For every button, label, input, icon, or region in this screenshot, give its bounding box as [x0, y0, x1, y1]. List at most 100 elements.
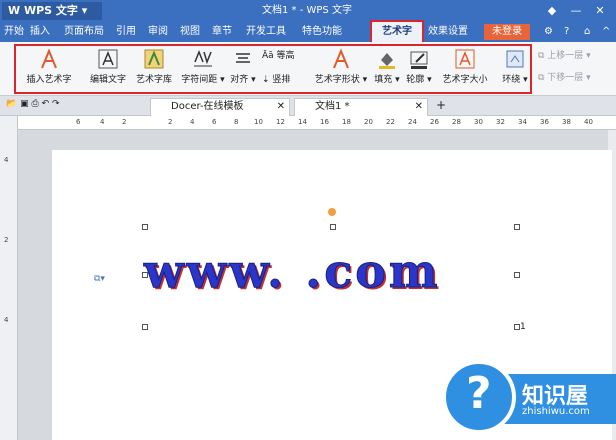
tab-document[interactable]: 文档1 * ✕: [294, 98, 428, 116]
selection-handle[interactable]: [514, 272, 520, 278]
minimize-button[interactable]: —: [564, 2, 588, 20]
rotate-handle[interactable]: [328, 208, 336, 216]
ruler-mark: 4: [190, 118, 195, 126]
menu-developer[interactable]: 开发工具: [246, 25, 286, 39]
wrap-icon: [506, 50, 524, 68]
ruler-mark: 22: [386, 118, 395, 126]
undo-icon[interactable]: ↶: [42, 99, 50, 109]
tab-art-text[interactable]: 艺术字: [370, 20, 424, 44]
document-tab-label: 文档1 *: [315, 101, 350, 112]
vruler-mark: 2: [4, 236, 9, 244]
login-button[interactable]: 未登录: [484, 24, 530, 40]
art-size-button[interactable]: 艺术字大小: [440, 48, 490, 85]
char-spacing-button[interactable]: 字符间距 ▾: [178, 48, 228, 85]
new-tab-button[interactable]: +: [436, 98, 446, 112]
ruler-mark: 18: [342, 118, 351, 126]
folder-icon[interactable]: 📂: [6, 99, 17, 109]
art-shape-button[interactable]: 艺术字形状 ▾: [312, 48, 370, 85]
art-text[interactable]: www. .com: [144, 244, 441, 299]
vertical-text-icon: ⇣: [262, 75, 273, 85]
ruler-mark: 16: [320, 118, 329, 126]
wps-logo-icon: W: [8, 4, 24, 17]
tab-effect-settings[interactable]: 效果设置: [428, 25, 468, 39]
app-menu-button[interactable]: W WPS 文字 ▾: [2, 2, 102, 20]
fill-label: 填充 ▾: [374, 75, 400, 85]
art-library-button[interactable]: 艺术字库: [132, 48, 176, 85]
tab-close-icon[interactable]: ✕: [415, 99, 423, 115]
help-icon[interactable]: ?: [564, 25, 569, 39]
skin-icon[interactable]: ◆: [540, 2, 564, 20]
align-icon: [236, 53, 250, 63]
settings-icon[interactable]: ⚙: [544, 25, 553, 39]
menu-chapter[interactable]: 章节: [212, 25, 232, 39]
ruler-mark: 8: [234, 118, 239, 126]
horizontal-ruler: 6 4 2 2 4 6 8 10 12 14 16 18 20 22 24 26…: [18, 116, 616, 130]
redo-icon[interactable]: ↷: [52, 99, 60, 109]
equal-height-button[interactable]: Āā 等高: [262, 48, 295, 61]
fill-bucket-icon: [379, 53, 395, 69]
wrap-button[interactable]: 环绕 ▾: [500, 48, 530, 85]
vruler-mark: 4: [4, 156, 9, 164]
menu-view[interactable]: 视图: [180, 25, 200, 39]
menu-home[interactable]: 开始: [4, 25, 24, 39]
selection-handle[interactable]: [330, 224, 336, 230]
close-button[interactable]: ✕: [588, 2, 612, 20]
art-shape-label: 艺术字形状 ▾: [314, 75, 368, 85]
ruler-mark: 4: [100, 118, 105, 126]
tab-close-icon[interactable]: ✕: [277, 99, 285, 115]
art-size-label: 艺术字大小: [442, 75, 488, 85]
ruler-mark: 2: [168, 118, 173, 126]
ruler-mark: 28: [452, 118, 461, 126]
shirt-icon[interactable]: ⌂: [584, 25, 590, 39]
edit-text-button[interactable]: 编辑文字: [86, 48, 130, 85]
quick-access-toolbar: 📂 ▣ ⎙ ↶ ↷: [6, 99, 60, 109]
char-spacing-label: 字符间距 ▾: [181, 75, 225, 85]
outline-pen-icon: [410, 51, 428, 69]
question-icon: ?: [442, 360, 516, 434]
align-button[interactable]: 对齐 ▾: [228, 48, 258, 85]
ruler-mark: 14: [298, 118, 307, 126]
ruler-mark: 10: [254, 118, 263, 126]
watermark-subtitle: zhishiwu.com: [522, 406, 590, 417]
ruler-mark: 34: [518, 118, 527, 126]
fill-button[interactable]: 填充 ▾: [372, 48, 402, 85]
layout-option-icon[interactable]: ⧉▾: [94, 274, 105, 284]
docer-tab-label: Docer-在线模板: [171, 101, 244, 112]
menu-chevron-up-icon[interactable]: ^: [602, 25, 610, 39]
selection-handle[interactable]: [142, 324, 148, 330]
bring-forward-button[interactable]: ⧉ 上移一层 ▾: [538, 48, 591, 61]
art-a-icon: [41, 48, 57, 69]
menu-references[interactable]: 引用: [116, 25, 136, 39]
send-backward-button[interactable]: ⧉ 下移一层 ▾: [538, 70, 591, 83]
ruler-mark: 38: [562, 118, 571, 126]
ribbon: 插入艺术字 编辑文字 艺术字库 字符间距 ▾ 对齐 ▾ Āā 等高 ⇣ 竖排 艺…: [0, 42, 616, 96]
document-tab-bar: 📂 ▣ ⎙ ↶ ↷ Docer-在线模板 ✕ 文档1 * ✕ +: [0, 96, 616, 116]
selection-handle[interactable]: [142, 224, 148, 230]
edit-text-icon: [98, 49, 118, 69]
outline-button[interactable]: 轮廓 ▾: [404, 48, 434, 85]
print-icon[interactable]: ⎙: [31, 99, 38, 109]
menu-page-layout[interactable]: 页面布局: [64, 25, 104, 39]
watermark-logo: ? 知识屋 zhishiwu.com: [442, 360, 616, 440]
ruler-mark: 26: [430, 118, 439, 126]
ruler-mark: 6: [76, 118, 81, 126]
app-name: WPS 文字: [23, 4, 78, 17]
insert-art-label: 插入艺术字: [26, 75, 72, 85]
ruler-mark: 6: [212, 118, 217, 126]
edit-text-label: 编辑文字: [89, 75, 126, 85]
menu-special[interactable]: 特色功能: [302, 25, 342, 39]
selection-handle[interactable]: [514, 224, 520, 230]
vertical-text-button[interactable]: ⇣ 竖排: [262, 72, 290, 85]
window-title: 文档1 * - WPS 文字: [262, 5, 352, 16]
ruler-mark: 36: [540, 118, 549, 126]
tab-docer-template[interactable]: Docer-在线模板 ✕: [150, 98, 290, 116]
save-icon[interactable]: ▣: [20, 99, 29, 109]
chevron-down-icon: ▾: [81, 4, 88, 17]
vruler-mark: 4: [4, 316, 9, 324]
insert-art-button[interactable]: 插入艺术字: [24, 48, 74, 85]
bring-forward-icon: ⧉: [538, 51, 548, 61]
menu-review[interactable]: 审阅: [148, 25, 168, 39]
ruler-mark: 20: [364, 118, 373, 126]
ruler-mark: 24: [408, 118, 417, 126]
menu-insert[interactable]: 插入: [30, 25, 50, 39]
